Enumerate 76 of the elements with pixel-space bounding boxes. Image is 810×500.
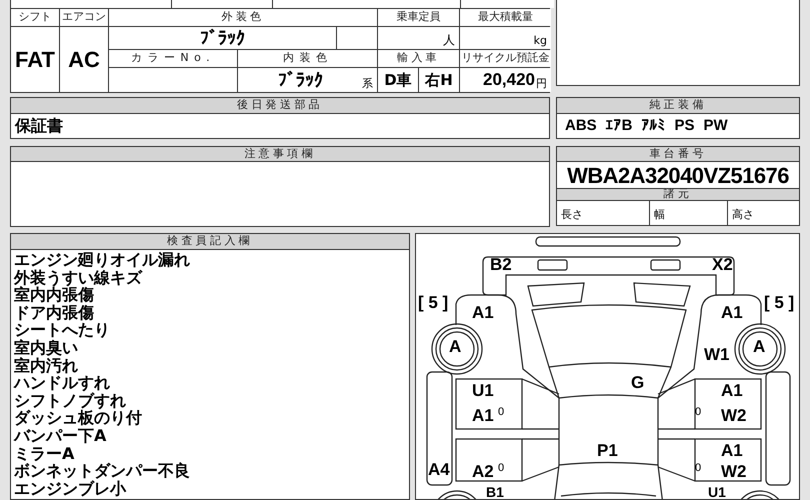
table-cell: D車 [378, 68, 418, 92]
damage-code: 0 [695, 463, 702, 474]
damage-code: A1 [472, 407, 494, 424]
section-header: 諸元 [557, 188, 799, 201]
damage-code: A1 [721, 442, 743, 459]
table-cell-text: 円 [536, 76, 547, 92]
table-cell [337, 27, 377, 49]
damage-code: U1 [708, 485, 726, 499]
table-header: 乗車定員 [378, 9, 459, 26]
damage-code: P1 [597, 442, 618, 459]
inspection-note: 室内臭い [14, 338, 79, 357]
equipment-item: PW [704, 116, 728, 136]
table-header: リサイクル預託金 [460, 50, 551, 67]
damage-code: A [753, 338, 766, 355]
section-header: 純正装備 [557, 98, 799, 114]
table-cell: AC [60, 27, 108, 92]
damage-code: A4 [428, 461, 450, 478]
inspection-note: ドア内張傷 [14, 304, 95, 322]
section-header: 車台番号 [557, 147, 799, 162]
table-header: 最大積載量 [460, 9, 551, 26]
damage-code: U1 [472, 382, 494, 399]
inspection-note: 外装うすい線キズ [14, 268, 144, 286]
damage-code: 0 [498, 407, 504, 418]
section-header: 後日発送部品 [11, 98, 549, 114]
inspection-note: ハンドルすれ [14, 374, 111, 392]
damage-code: 0 [695, 407, 702, 418]
equipment-item: ｴｱB [606, 116, 633, 136]
damage-code: B1 [486, 485, 504, 499]
table-header: カラーNo. [109, 50, 237, 67]
damage-code: A [449, 338, 462, 355]
inspection-note: バンパー下A [14, 426, 108, 445]
table-cell: kg [460, 27, 551, 49]
inspection-note: 室内汚れ [14, 356, 79, 374]
equipment-item: ｱﾙﾐ [642, 116, 666, 136]
equipment-item: PS [674, 116, 695, 136]
chassis-number: WBA2A32040VZ51676 [567, 162, 789, 188]
inspection-note: シフトノブすれ [14, 392, 127, 410]
table-header: 外装色 [109, 9, 377, 26]
damage-code: 0 [498, 463, 504, 474]
damage-code: W2 [721, 463, 746, 480]
spec-label: 高さ [732, 206, 754, 222]
table-cell-text: 系 [362, 76, 373, 92]
section-value: 保証書 [15, 115, 63, 137]
damage-code: A2 [472, 463, 494, 480]
spec-label: 長さ [561, 206, 583, 222]
damage-code: [ 5 ] [764, 294, 794, 311]
table-header: 輸入車 [378, 50, 459, 67]
inspection-note: エンジンブレ小 [14, 480, 128, 498]
section-header: 検査員記入欄 [11, 234, 409, 250]
table-cell: FAT [11, 27, 59, 92]
inspection-note: ダッシュ板のり付 [14, 409, 143, 427]
damage-code: X2 [712, 256, 733, 273]
table-cell-text: ﾌﾞﾗｯｸ [278, 68, 323, 92]
table-cell: ﾌﾞﾗｯｸ [109, 27, 336, 49]
table-header: エアコン [60, 9, 108, 26]
inspection-note: ボンネットダンパー不良 [14, 462, 191, 480]
inspection-note: 室内内張傷 [14, 286, 94, 304]
table-cell: 右H [419, 68, 459, 92]
section-header: 注意事項欄 [11, 147, 549, 162]
damage-code: G [631, 374, 644, 391]
table-cell-text: 20,420 [483, 69, 535, 92]
damage-code: [ 5 ] [418, 294, 448, 311]
damage-code: B2 [490, 256, 512, 273]
damage-code: A1 [721, 304, 743, 321]
spec-label: 幅 [654, 206, 665, 222]
table-header: 内装色 [238, 50, 377, 67]
damage-code: A1 [472, 304, 494, 321]
inspection-note: エンジン廻りオイル漏れ [14, 251, 191, 269]
table-cell: 人 [378, 27, 459, 49]
damage-code: A1 [721, 382, 743, 399]
inspection-note: シートへたり [14, 321, 111, 339]
table-header: シフト [11, 9, 59, 26]
equipment-item: ABS [565, 116, 597, 136]
inspection-note: ミラーA [14, 444, 76, 462]
damage-code: W1 [704, 346, 730, 363]
damage-code: W2 [721, 407, 746, 424]
